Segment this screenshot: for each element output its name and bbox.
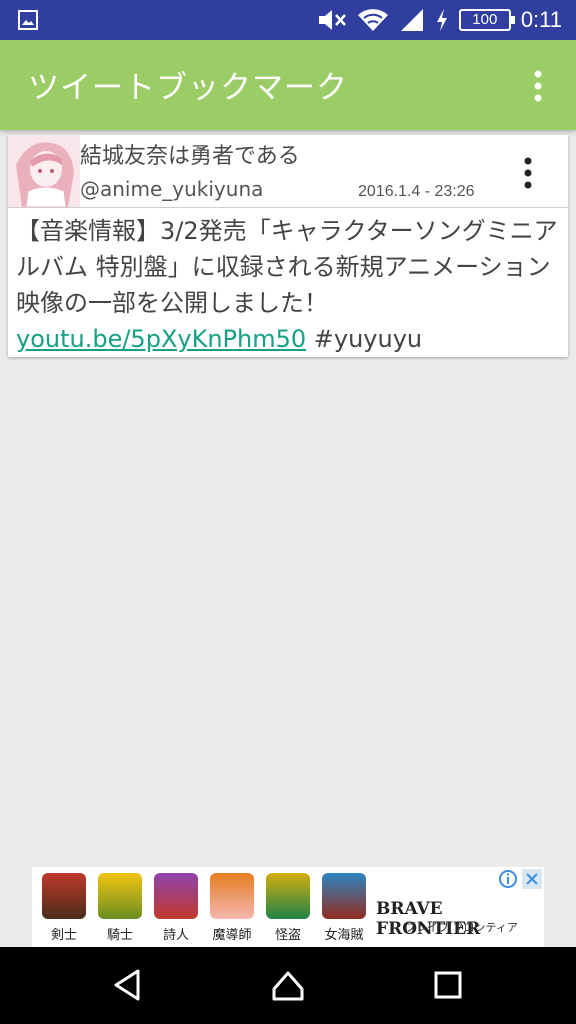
ad-brand-sub: ブレイブ フロンティア	[405, 921, 518, 934]
account-name: 結城友奈は勇者である	[80, 144, 300, 169]
ad-close-icon[interactable]	[522, 869, 542, 889]
tweet-text: 【音楽情報】3/2発売「キャラクターソングミニアルバム 特別盤」に収録される新規…	[16, 213, 562, 357]
ad-label: 騎士	[106, 928, 133, 943]
tweet-card[interactable]: 結城友奈は勇者である @anime_yukiyuna 2016.1.4 - 23…	[8, 135, 568, 357]
ad-character-image	[42, 873, 86, 919]
account-handle: @anime_yukiyuna	[80, 177, 264, 201]
more-options-icon[interactable]	[518, 155, 538, 191]
image-icon	[18, 10, 38, 30]
signal-icon	[400, 9, 423, 31]
ad-character-image	[322, 873, 366, 919]
back-icon[interactable]	[108, 965, 148, 1005]
ad-character-image	[266, 873, 310, 919]
wifi-icon	[357, 9, 388, 32]
ad-label: 怪盗	[274, 928, 301, 943]
charging-icon	[436, 9, 447, 31]
ad-choices-icon[interactable]	[498, 869, 518, 889]
status-bar: 100 0:11	[0, 0, 576, 40]
ad-character-image	[210, 873, 254, 919]
avatar[interactable]	[8, 135, 80, 207]
tweet-link[interactable]: youtu.be/5pXyKnPhm50	[16, 325, 306, 353]
battery-icon: 100	[458, 9, 515, 31]
navigation-bar	[0, 947, 576, 1024]
ad-label: 剣士	[50, 928, 77, 943]
ad-character-image	[98, 873, 142, 919]
app-bar: ツイートブックマーク	[0, 40, 576, 130]
ad-character-image	[154, 873, 198, 919]
ad-label: 女海賊	[324, 928, 364, 943]
mute-icon	[318, 10, 346, 30]
home-icon[interactable]	[268, 965, 308, 1005]
tweet-body: 【音楽情報】3/2発売「キャラクターソングミニアルバム 特別盤」に収録される新規…	[16, 217, 558, 317]
overflow-menu-icon[interactable]	[528, 68, 548, 104]
card-divider	[8, 207, 568, 208]
ad-banner[interactable]: 剣士 騎士 詩人 魔導師 怪盗 女海賊 BRAVE FRONTIER ブレイブ …	[32, 867, 544, 947]
tweet-hashtag[interactable]: #yuyuyu	[314, 325, 422, 353]
app-title: ツイートブックマーク	[28, 70, 348, 106]
ad-label: 詩人	[162, 928, 189, 943]
recents-icon[interactable]	[428, 965, 468, 1005]
status-time: 0:11	[520, 7, 562, 32]
ad-label: 魔導師	[212, 928, 252, 943]
tweet-date: 2016.1.4 - 23:26	[358, 183, 475, 200]
ad-characters: 剣士 騎士 詩人 魔導師 怪盗 女海賊	[32, 867, 372, 947]
avatar-image	[8, 135, 80, 207]
